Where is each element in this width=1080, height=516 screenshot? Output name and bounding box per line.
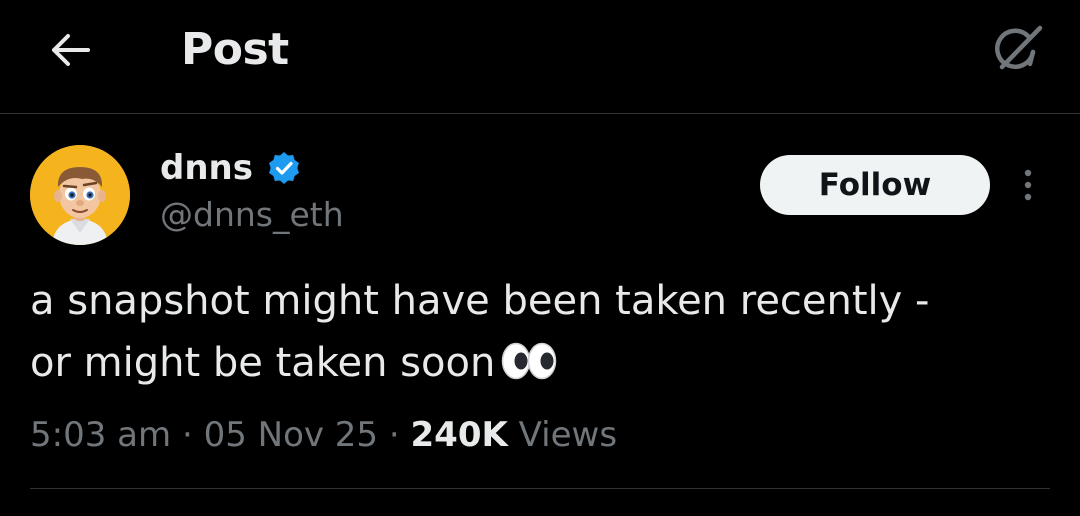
views-count[interactable]: 240K bbox=[411, 415, 508, 455]
eyes-emoji-icon bbox=[501, 342, 557, 380]
post-text-line-2: or might be taken soon bbox=[30, 332, 1050, 394]
separator: · bbox=[181, 415, 193, 455]
post-text-line-2-text: or might be taken soon bbox=[30, 340, 496, 386]
separator: · bbox=[388, 415, 400, 455]
follow-button[interactable]: Follow bbox=[760, 155, 990, 215]
views-label: Views bbox=[518, 415, 618, 455]
page-title: Post bbox=[181, 24, 289, 75]
post-metadata: 5:03 am · 05 Nov 25 · 240K Views bbox=[30, 410, 617, 460]
grok-icon bbox=[995, 25, 1043, 70]
more-options-button[interactable] bbox=[1010, 163, 1046, 209]
author-handle[interactable]: @dnns_eth bbox=[160, 193, 344, 237]
post-date[interactable]: 05 Nov 25 bbox=[204, 415, 379, 455]
post-text: a snapshot might have been taken recentl… bbox=[30, 270, 1050, 394]
post-time[interactable]: 5:03 am bbox=[30, 415, 171, 455]
avatar-image bbox=[30, 145, 130, 245]
arrow-left-icon bbox=[52, 34, 90, 66]
more-vertical-icon bbox=[1024, 169, 1032, 201]
metadata-divider bbox=[30, 488, 1050, 489]
author-display-name[interactable]: dnns bbox=[160, 146, 253, 190]
top-bar: Post bbox=[0, 0, 1080, 114]
avatar[interactable] bbox=[30, 145, 130, 245]
post-text-line-1: a snapshot might have been taken recentl… bbox=[30, 278, 930, 324]
grok-button[interactable] bbox=[986, 18, 1048, 80]
verified-badge-icon bbox=[266, 150, 302, 186]
back-button[interactable] bbox=[44, 24, 96, 76]
header-divider bbox=[0, 113, 1080, 114]
